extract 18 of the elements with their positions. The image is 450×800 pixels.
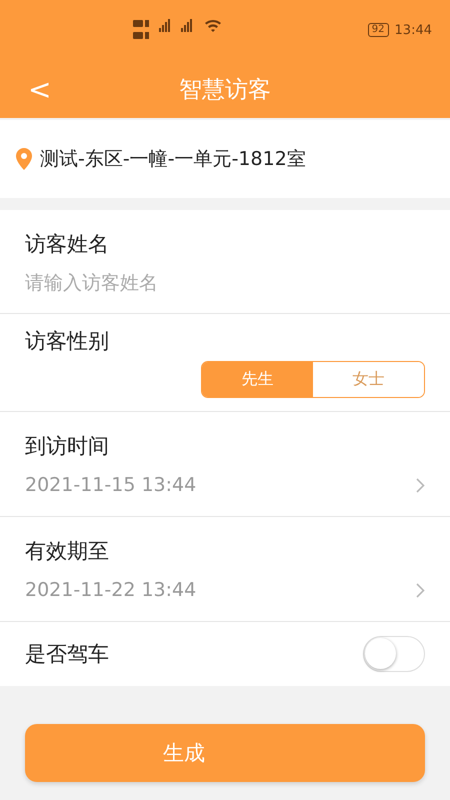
toggle-switch[interactable] xyxy=(363,636,425,672)
field-label: 访客姓名 xyxy=(25,230,110,258)
field-label: 访客性别 xyxy=(25,328,110,355)
address-text: 测试-东区-一幢-一单元-1812室 xyxy=(40,147,306,172)
generate-button[interactable]: 生成 xyxy=(25,724,425,782)
date-time-picker[interactable]: 2021-11-22 13:44 xyxy=(25,579,425,601)
battery-level: 92 xyxy=(368,23,389,37)
field-label: 有效期至 xyxy=(25,538,110,565)
field-label: 是否驾车 xyxy=(25,641,109,668)
chevron-right-icon xyxy=(416,582,425,598)
clock-time: 13:44 xyxy=(394,22,432,38)
field-label: 到访时间 xyxy=(25,433,110,460)
date-time-picker[interactable]: 2021-11-15 13:44 xyxy=(25,474,425,496)
back-button[interactable]: < xyxy=(22,72,58,106)
location-pin-icon xyxy=(16,148,32,170)
gender-option[interactable]: 先生 xyxy=(202,362,313,397)
page-title: 智慧访客 xyxy=(179,76,271,104)
chevron-right-icon xyxy=(416,478,425,492)
